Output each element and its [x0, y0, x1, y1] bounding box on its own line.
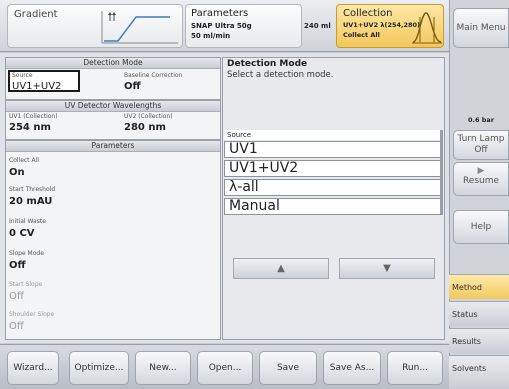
uv-wavelengths-header: UV Detector Wavelengths	[6, 101, 220, 112]
collection-detectors: UV1+UV2 λ(254,280)	[343, 21, 421, 29]
collect-all-value[interactable]: On	[9, 167, 25, 178]
save-as-button[interactable]: Save As...	[323, 351, 381, 385]
uv2-value[interactable]: 280 nm	[124, 122, 166, 133]
volume-readout: 240 ml	[304, 22, 331, 30]
flow-rate: 50 ml/min	[191, 32, 231, 40]
scroll-up-button[interactable]: ▲	[233, 258, 329, 279]
collect-all-label: Collect All	[9, 157, 39, 164]
gradient-tile[interactable]: Gradient	[7, 4, 183, 48]
list-option-uv1-uv2[interactable]: UV1+UV2	[224, 160, 443, 177]
tab-results[interactable]: Results	[449, 328, 509, 353]
parameters-panel: Parameters	[5, 140, 221, 340]
shoulder-slope-label: Shoulder Slope	[9, 311, 55, 318]
arrow-down-icon: ▼	[383, 263, 391, 274]
uv1-label: UV1 (Collection)	[9, 113, 58, 120]
tab-method[interactable]: Method	[449, 274, 509, 299]
run-button[interactable]: Run...	[387, 351, 443, 385]
initial-waste-value[interactable]: 0 CV	[9, 228, 35, 239]
turn-lamp-off-button[interactable]: Turn Lamp Off	[453, 130, 509, 160]
uv1-value[interactable]: 254 nm	[9, 122, 51, 133]
list-scrollbar[interactable]	[440, 130, 443, 214]
gradient-label: Gradient	[14, 9, 58, 20]
collection-title: Collection	[343, 8, 393, 19]
gradient-curve-icon	[101, 11, 178, 44]
slope-mode-label: Slope Mode	[9, 250, 44, 257]
play-icon: ▶	[477, 166, 485, 176]
shoulder-slope-value: Off	[9, 321, 24, 332]
resume-button[interactable]: ▶ Resume	[453, 162, 509, 196]
help-button[interactable]: Help	[453, 210, 509, 244]
start-threshold-value[interactable]: 20 mAU	[9, 196, 52, 207]
uv-wavelengths-panel: UV Detector Wavelengths	[5, 100, 221, 140]
list-source-label: Source	[224, 130, 443, 140]
slope-mode-value[interactable]: Off	[9, 260, 26, 271]
source-value: UV1+UV2	[12, 81, 62, 92]
uv2-label: UV2 (Collection)	[124, 113, 173, 120]
collection-mode: Collect All	[343, 31, 380, 39]
list-option-uv1[interactable]: UV1	[224, 141, 443, 158]
parameters-title: Parameters	[191, 8, 249, 19]
wizard-button[interactable]: Wizard...	[7, 351, 59, 385]
parameters-header: Parameters	[6, 141, 220, 152]
start-slope-label: Start Slope	[9, 281, 43, 288]
initial-waste-label: Initial Waste	[9, 218, 46, 225]
baseline-correction-value[interactable]: Off	[124, 81, 141, 92]
baseline-correction-label: Baseline Correction	[124, 72, 183, 79]
detail-subtitle: Select a detection mode.	[227, 70, 334, 80]
pressure-readout: 0.6 bar	[468, 116, 495, 124]
new-button[interactable]: New...	[135, 351, 191, 385]
arrow-up-icon: ▲	[277, 263, 285, 274]
tab-solvents[interactable]: Solvents	[449, 355, 509, 389]
collection-peak-icon	[412, 12, 442, 44]
collection-tile[interactable]: Collection UV1+UV2 λ(254,280) Collect Al…	[336, 4, 444, 48]
open-button[interactable]: Open...	[197, 351, 253, 385]
tab-status[interactable]: Status	[449, 301, 509, 326]
list-option-manual[interactable]: Manual	[224, 198, 443, 215]
parameters-tile[interactable]: Parameters SNAP Ultra 50g 50 ml/min	[185, 4, 302, 48]
detail-title: Detection Mode	[227, 59, 308, 69]
resume-label: Resume	[462, 176, 500, 186]
optimize-button[interactable]: Optimize...	[69, 351, 129, 385]
source-label: Source	[12, 72, 33, 79]
start-threshold-label: Start Threshold	[9, 186, 56, 193]
start-slope-value: Off	[9, 291, 24, 302]
list-option-lambda-all[interactable]: λ-all	[224, 179, 443, 196]
scroll-down-button[interactable]: ▼	[339, 258, 435, 279]
save-button[interactable]: Save	[259, 351, 317, 385]
main-menu-button[interactable]: Main Menu	[453, 8, 509, 48]
detection-mode-header: Detection Mode	[6, 58, 220, 69]
column-name: SNAP Ultra 50g	[191, 22, 252, 30]
